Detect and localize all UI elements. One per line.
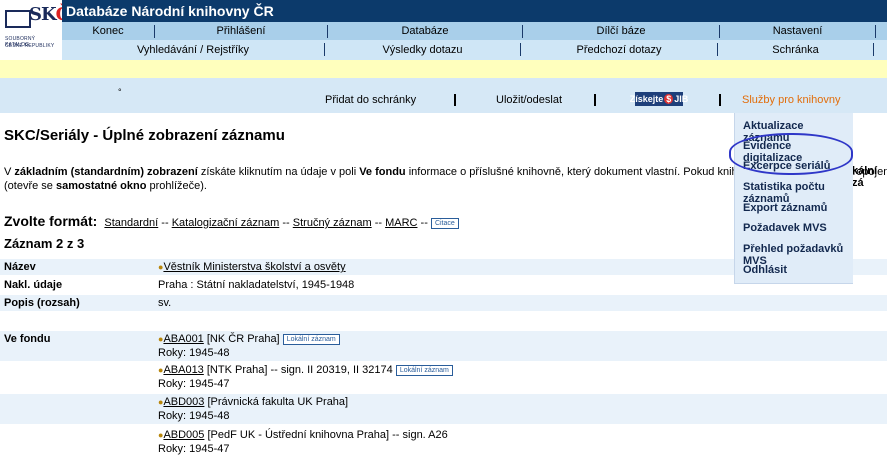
logo-subtitle-2: ČESKÉ REPUBLIKY xyxy=(5,43,55,49)
nav-predchozi[interactable]: Předchozí dotazy xyxy=(521,40,717,60)
format-marc[interactable]: MARC xyxy=(385,217,417,229)
format-selector: Zvolte formát: Standardní -- Katalogizač… xyxy=(4,213,459,229)
record-toolbar: ° Přidat do schránky Uložit/odeslat Získ… xyxy=(0,78,887,113)
jib-button[interactable]: Získejte $ JIB xyxy=(630,92,688,106)
holding-code-link[interactable]: ABD005 xyxy=(163,429,204,441)
record-counter: Záznam 2 z 3 xyxy=(4,236,85,251)
save-send-link[interactable]: Uložit/odeslat xyxy=(496,94,562,106)
menu-item-odhlasit[interactable]: Odhlásit xyxy=(743,264,787,276)
holding-code-link[interactable]: ABD003 xyxy=(163,396,204,408)
message-strip xyxy=(0,60,887,78)
marker-dot: ° xyxy=(118,87,122,97)
nav-separator xyxy=(873,43,874,56)
format-brief[interactable]: Stručný záznam xyxy=(293,217,372,229)
field-value: Praha : Státní nakladatelství, 1945-1948 xyxy=(158,279,355,291)
local-record-button[interactable]: Lokální záznam xyxy=(282,333,340,345)
holding-years: Roky: 1945-47 xyxy=(158,378,230,390)
nav-prihlaseni[interactable]: Přihlášení xyxy=(155,22,327,40)
holding-row: ●ABD005 [PedF UK - Ústřední knihovna Pra… xyxy=(0,427,887,457)
holding-row: Ve fondu ●ABA001 [NK ČR Praha] Lokální z… xyxy=(0,331,887,361)
sub-nav: Vyhledávání / Rejstříky Výsledky dotazu … xyxy=(62,40,887,60)
holding-info: ●ABD003 [Právnická fakulta UK Praha] xyxy=(158,396,349,408)
holding-years: Roky: 1945-48 xyxy=(158,410,230,422)
nav-databaze[interactable]: Databáze xyxy=(328,22,522,40)
field-row: Popis (rozsah) sv. xyxy=(0,295,887,311)
format-label: Zvolte formát: xyxy=(4,213,98,229)
holding-info: ●ABA001 [NK ČR Praha] Lokální záznam xyxy=(158,333,340,345)
field-value: sv. xyxy=(158,297,172,309)
field-value: ●Věstník Ministerstva školství a osvěty xyxy=(158,261,346,273)
toolbar-separator xyxy=(454,94,456,106)
highlight-ellipse xyxy=(729,133,853,175)
app-title: Databáze Národní knihovny ČR xyxy=(66,3,274,19)
field-label: Název xyxy=(4,261,36,273)
toolbar-separator xyxy=(594,94,596,106)
info-overflow-text: kální zá xyxy=(852,165,878,189)
nav-dilci-baze[interactable]: Dílčí báze xyxy=(523,22,719,40)
holding-years: Roky: 1945-48 xyxy=(158,347,230,359)
field-label: Nakl. údaje xyxy=(4,279,63,291)
holdings-label: Ve fondu xyxy=(4,333,51,345)
citation-button[interactable]: Citace xyxy=(430,217,459,229)
nav-konec[interactable]: Konec xyxy=(62,22,154,40)
add-to-basket-link[interactable]: Přidat do schránky xyxy=(325,94,416,106)
holding-code-link[interactable]: ABA013 xyxy=(163,364,203,376)
menu-item-pozadavek-mvs[interactable]: Požadavek MVS xyxy=(743,222,827,234)
holding-row: ●ABD003 [Právnická fakulta UK Praha] Rok… xyxy=(0,394,887,424)
library-services-link[interactable]: Služby pro knihovny xyxy=(742,94,840,106)
toolbar-separator xyxy=(719,94,721,106)
holding-info: ●ABD005 [PedF UK - Ústřední knihovna Pra… xyxy=(158,429,448,441)
holding-row: ●ABA013 [NTK Praha] -- sign. II 20319, I… xyxy=(0,362,887,392)
holding-years: Roky: 1945-47 xyxy=(158,443,230,455)
spacer-row xyxy=(0,313,887,329)
nav-vysledky[interactable]: Výsledky dotazu xyxy=(325,40,520,60)
app-title-bar: Databáze Národní knihovny ČR xyxy=(62,0,887,22)
jib-dollar-icon: $ xyxy=(664,94,674,104)
page-title: SKC/Seriály - Úplné zobrazení záznamu xyxy=(4,127,285,144)
nav-schranka[interactable]: Schránka xyxy=(718,40,873,60)
skc-logo[interactable]: SKČR SOUBORNÝ KATALOG ČESKÉ REPUBLIKY xyxy=(2,2,84,58)
header: SKČR SOUBORNÝ KATALOG ČESKÉ REPUBLIKY Da… xyxy=(0,0,887,60)
holding-info: ●ABA013 [NTK Praha] -- sign. II 20319, I… xyxy=(158,364,453,376)
nav-separator xyxy=(875,25,876,38)
local-record-button[interactable]: Lokální záznam xyxy=(395,364,453,376)
field-label: Popis (rozsah) xyxy=(4,297,80,309)
format-catalog[interactable]: Katalogizační záznam xyxy=(172,217,280,229)
format-standard[interactable]: Standardní xyxy=(104,217,158,229)
nav-nastaveni[interactable]: Nastavení xyxy=(720,22,875,40)
title-link[interactable]: Věstník Ministerstva školství a osvěty xyxy=(163,261,345,273)
menu-item-export[interactable]: Export záznamů xyxy=(743,202,827,214)
logo-box-icon xyxy=(5,10,31,28)
nav-vyhledavani[interactable]: Vyhledávání / Rejstříky xyxy=(62,40,324,60)
holding-code-link[interactable]: ABA001 xyxy=(163,333,203,345)
main-nav: Konec Přihlášení Databáze Dílčí báze Nas… xyxy=(62,22,887,40)
